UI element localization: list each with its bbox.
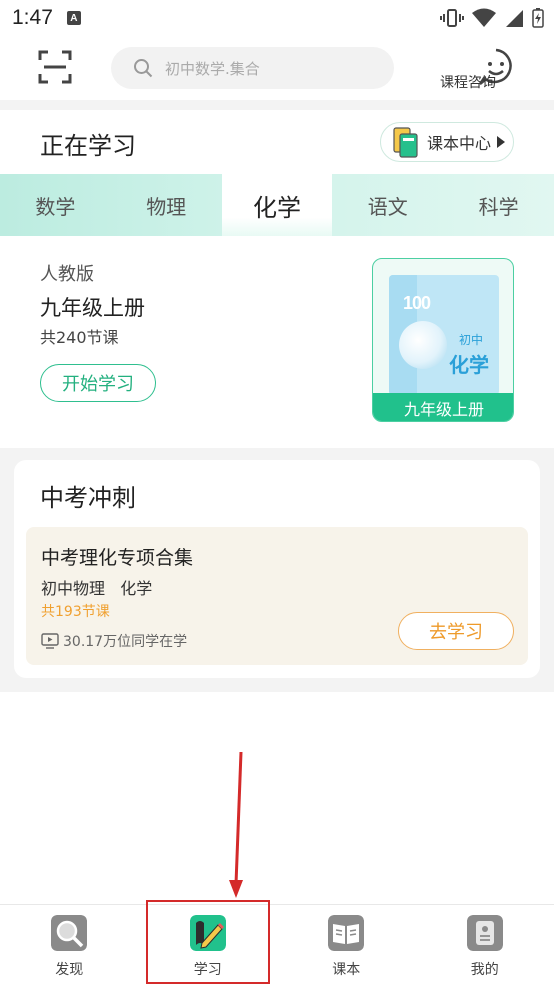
books-icon [393,127,418,158]
course-consult-button[interactable]: 课程咨询 [434,46,512,92]
open-book-icon [328,915,365,951]
nav-mine-label: 我的 [470,962,499,978]
annotation-highlight-box [146,900,270,984]
collection-title: 中考理化专项合集 [41,547,194,569]
tab-science[interactable]: 科学 [443,174,554,236]
section-divider [0,100,554,110]
textbook-grade: 九年级上册 [40,296,145,320]
profile-icon [466,915,503,951]
status-bar: 1:47 A [0,0,554,36]
learner-count-text: 30.17万位同学在学 [63,634,188,650]
book-cover-art: 100 初中 化学 [389,275,499,395]
exam-sprint-title: 中考冲刺 [40,484,136,512]
book-logo: 100 [403,293,431,313]
exam-sprint-card: 中考冲刺 中考理化专项合集 初中物理 化学 共193节课 30.17万位同学在学… [14,460,540,678]
bottom-navigation: 发现 学习 课本 我的 [0,904,554,984]
clock: 1:47 [12,6,53,29]
tab-chinese[interactable]: 语文 [332,174,443,236]
nav-textbook[interactable]: 课本 [277,905,416,984]
collection-subjects: 初中物理 化学 [41,579,153,598]
vibrate-icon [440,9,464,27]
tab-chemistry[interactable]: 化学 [221,174,333,236]
signal-icon [506,10,523,27]
current-course-card: 人教版 九年级上册 共240节课 开始学习 100 初中 化学 九年级上册 [0,236,554,448]
studying-title: 正在学习 [40,132,136,160]
search-placeholder: 初中数学.集合 [165,59,260,78]
wifi-icon [472,8,496,27]
search-icon [134,59,153,78]
nav-discover-label: 发现 [55,962,84,978]
book-level: 初中 [459,333,484,347]
textbook-center-label: 课本中心 [427,134,492,153]
top-bar: 初中数学.集合 课程咨询 [0,36,554,100]
studying-section-header: 正在学习 课本中心 [0,110,554,174]
learner-count: 30.17万位同学在学 [41,631,187,651]
book-circle-graphic [399,321,447,369]
book-cover[interactable]: 100 初中 化学 九年级上册 [372,258,514,422]
collection-lesson-count: 共193节课 [41,604,110,620]
nav-discover[interactable]: 发现 [0,905,139,984]
search-input[interactable]: 初中数学.集合 [111,47,394,89]
textbook-center-button[interactable]: 课本中心 [380,122,514,162]
start-learning-button[interactable]: 开始学习 [40,364,156,402]
nav-textbook-label: 课本 [332,962,361,978]
book-subject: 化学 [449,353,489,377]
consult-label: 课程咨询 [440,75,496,91]
tab-math[interactable]: 数学 [0,174,111,236]
play-arrow-icon [497,136,506,148]
nav-mine[interactable]: 我的 [416,905,554,984]
textbook-edition: 人教版 [40,264,94,285]
book-grade-band: 九年级上册 [373,393,513,421]
notification-a-icon: A [66,11,81,25]
magnifier-icon [51,915,88,951]
lesson-count: 共240节课 [40,328,119,347]
video-learner-icon [41,633,59,649]
scan-icon[interactable] [38,50,72,84]
battery-icon [532,8,544,28]
subject-tabs: 数学 物理 化学 语文 科学 [0,174,554,236]
exam-collection-item[interactable]: 中考理化专项合集 初中物理 化学 共193节课 30.17万位同学在学 去学习 [26,527,528,665]
tab-physics[interactable]: 物理 [111,174,222,236]
go-learn-button[interactable]: 去学习 [398,612,514,650]
